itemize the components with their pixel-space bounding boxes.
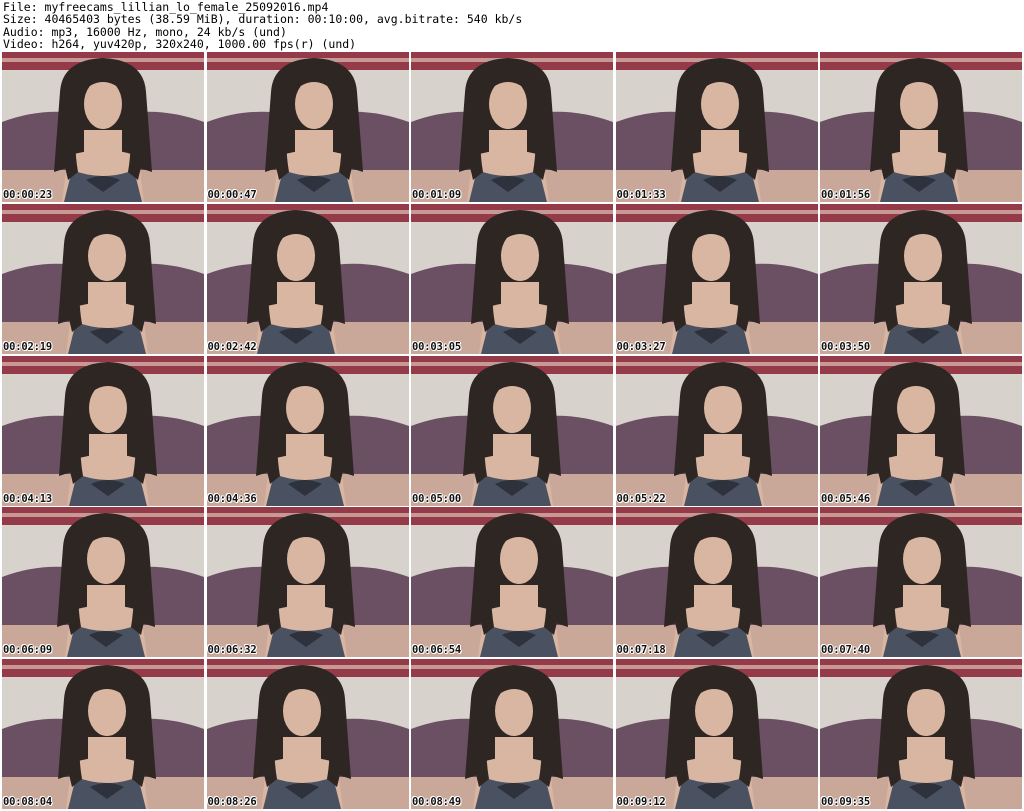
thumbnail-frame xyxy=(615,659,818,809)
video-thumbnail[interactable]: 00:08:04 xyxy=(2,659,204,809)
thumbnail-frame xyxy=(206,507,409,658)
video-thumbnail[interactable]: 00:05:46 xyxy=(820,355,1022,506)
thumbnail-frame xyxy=(2,507,204,658)
thumbnail-timestamp: 00:02:19 xyxy=(3,340,52,353)
thumbnail-frame xyxy=(820,659,1022,809)
thumbnail-timestamp: 00:08:04 xyxy=(3,796,52,808)
thumbnail-frame xyxy=(411,203,613,354)
thumbnail-frame xyxy=(615,203,818,354)
thumbnail-timestamp: 00:00:47 xyxy=(207,189,257,201)
video-thumbnail[interactable]: 00:01:09 xyxy=(411,52,613,202)
video-thumbnail[interactable]: 00:00:23 xyxy=(2,52,204,202)
video-info-line: Video: h264, yuv420p, 320x240, 1000.00 f… xyxy=(3,37,357,52)
thumbnail-frame xyxy=(820,507,1022,658)
video-thumbnail[interactable]: 00:07:40 xyxy=(820,507,1022,658)
thumbnail-frame xyxy=(615,52,818,202)
thumbnail-timestamp: 00:03:50 xyxy=(821,340,870,353)
video-thumbnail[interactable]: 00:09:35 xyxy=(820,659,1022,809)
thumbnail-frame xyxy=(206,203,409,354)
video-thumbnail[interactable]: 00:03:50 xyxy=(820,203,1022,354)
thumbnail-timestamp: 00:08:49 xyxy=(412,796,461,808)
video-thumbnail[interactable]: 00:05:00 xyxy=(411,355,613,506)
thumbnail-timestamp: 00:01:33 xyxy=(616,189,666,201)
thumbnail-frame xyxy=(206,355,409,506)
thumbnail-timestamp: 00:08:26 xyxy=(207,796,257,808)
video-thumbnail[interactable]: 00:05:22 xyxy=(615,355,818,506)
thumbnail-timestamp: 00:06:54 xyxy=(412,644,461,657)
video-thumbnail[interactable]: 00:04:13 xyxy=(2,355,204,506)
video-thumbnail[interactable]: 00:08:26 xyxy=(206,659,409,809)
thumbnail-timestamp: 00:01:09 xyxy=(412,189,461,201)
thumbnail-timestamp: 00:04:36 xyxy=(207,492,257,505)
thumbnail-frame xyxy=(2,355,204,506)
thumbnail-timestamp: 00:05:22 xyxy=(616,492,666,505)
video-thumbnail[interactable]: 00:06:32 xyxy=(206,507,409,658)
thumbnail-timestamp: 00:09:12 xyxy=(616,796,666,808)
video-thumbnail[interactable]: 00:03:05 xyxy=(411,203,613,354)
video-thumbnail[interactable]: 00:04:36 xyxy=(206,355,409,506)
thumbnail-timestamp: 00:03:27 xyxy=(616,340,666,353)
thumbnail-timestamp: 00:04:13 xyxy=(3,492,52,505)
thumbnail-frame xyxy=(411,52,613,202)
video-thumbnail[interactable]: 00:09:12 xyxy=(615,659,818,809)
thumbnail-frame xyxy=(206,659,409,809)
thumbnail-timestamp: 00:05:46 xyxy=(821,492,870,505)
thumbnail-timestamp: 00:01:56 xyxy=(821,189,870,201)
file-size-line: Size: 40465403 bytes (38.59 MiB), durati… xyxy=(3,12,523,27)
thumbnail-frame xyxy=(2,203,204,354)
video-thumbnail[interactable]: 00:06:54 xyxy=(411,507,613,658)
thumbnail-timestamp: 00:02:42 xyxy=(207,340,257,353)
thumbnail-frame xyxy=(206,52,409,202)
thumbnail-frame xyxy=(615,507,818,658)
thumbnail-grid: 00:00:23 00:00:47 00:01:09 00:01:33 00:01:56… xyxy=(2,52,1022,809)
thumbnail-timestamp: 00:06:32 xyxy=(207,644,257,657)
video-thumbnail[interactable]: 00:02:19 xyxy=(2,203,204,354)
video-thumbnail[interactable]: 00:01:56 xyxy=(820,52,1022,202)
thumbnail-frame xyxy=(2,659,204,809)
thumbnail-timestamp: 00:07:40 xyxy=(821,644,870,657)
thumbnail-frame xyxy=(411,355,613,506)
video-thumbnail[interactable]: 00:07:18 xyxy=(615,507,818,658)
thumbnail-frame xyxy=(2,52,204,202)
thumbnail-frame xyxy=(411,659,613,809)
thumbnail-timestamp: 00:03:05 xyxy=(412,340,461,353)
thumbnail-timestamp: 00:09:35 xyxy=(821,796,870,808)
video-thumbnail[interactable]: 00:00:47 xyxy=(206,52,409,202)
video-thumbnail[interactable]: 00:06:09 xyxy=(2,507,204,658)
thumbnail-frame xyxy=(820,355,1022,506)
thumbnail-frame xyxy=(411,507,613,658)
thumbnail-timestamp: 00:07:18 xyxy=(616,644,666,657)
thumbnail-timestamp: 00:06:09 xyxy=(3,644,52,657)
thumbnail-frame xyxy=(820,52,1022,202)
video-thumbnail[interactable]: 00:03:27 xyxy=(615,203,818,354)
thumbnail-timestamp: 00:00:23 xyxy=(3,189,52,201)
video-thumbnail[interactable]: 00:08:49 xyxy=(411,659,613,809)
thumbnail-timestamp: 00:05:00 xyxy=(412,492,461,505)
video-thumbnail[interactable]: 00:02:42 xyxy=(206,203,409,354)
thumbnail-frame xyxy=(820,203,1022,354)
file-info-header: File: myfreecams_lillian_lo_female_25092… xyxy=(3,1,522,51)
thumbnail-frame xyxy=(615,355,818,506)
video-thumbnail[interactable]: 00:01:33 xyxy=(615,52,818,202)
